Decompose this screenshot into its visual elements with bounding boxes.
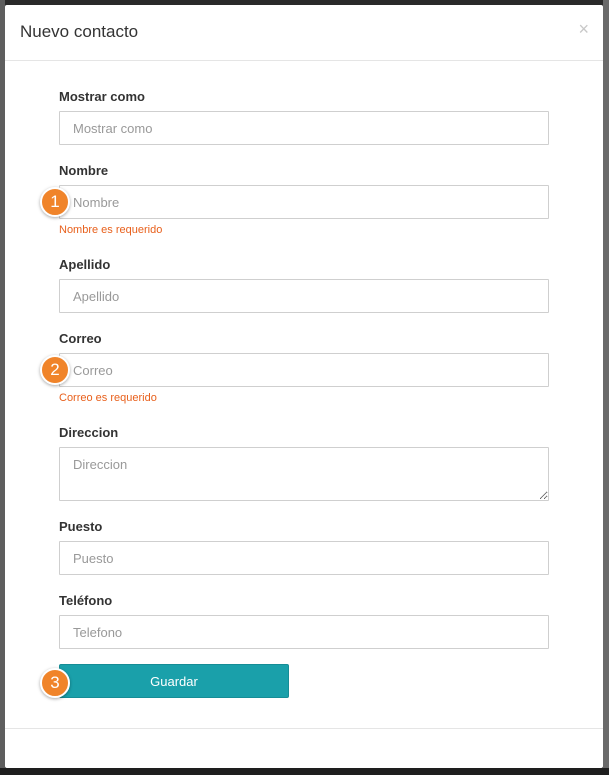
email-error: Correo es requerido [59,392,157,404]
background-app-bottom [0,768,609,775]
display-as-label: Mostrar como [59,89,145,104]
display-as-input[interactable] [59,111,549,145]
phone-input[interactable] [59,615,549,649]
email-input[interactable] [59,353,549,387]
modal-title: Nuevo contacto [20,22,139,41]
annotation-marker-2: 2 [40,355,70,385]
position-input[interactable] [59,541,549,575]
first-name-input[interactable] [59,185,549,219]
save-button[interactable]: Guardar [59,664,289,698]
position-label: Puesto [59,519,103,534]
new-contact-modal: Nuevo contacto × Mostrar como Nombre Nom… [5,5,603,768]
close-icon[interactable]: × [578,19,589,39]
annotation-marker-1: 1 [40,187,70,217]
address-label: Direccion [59,425,119,440]
last-name-input[interactable] [59,279,549,313]
first-name-label: Nombre [59,163,109,178]
background-app-right [603,0,609,775]
address-textarea[interactable] [59,447,549,501]
modal-header: Nuevo contacto × [5,5,603,61]
annotation-marker-3: 3 [40,668,70,698]
last-name-label: Apellido [59,257,111,272]
phone-label: Teléfono [59,593,113,608]
modal-footer-divider [5,728,603,729]
email-label: Correo [59,331,102,346]
first-name-error: Nombre es requerido [59,224,163,236]
